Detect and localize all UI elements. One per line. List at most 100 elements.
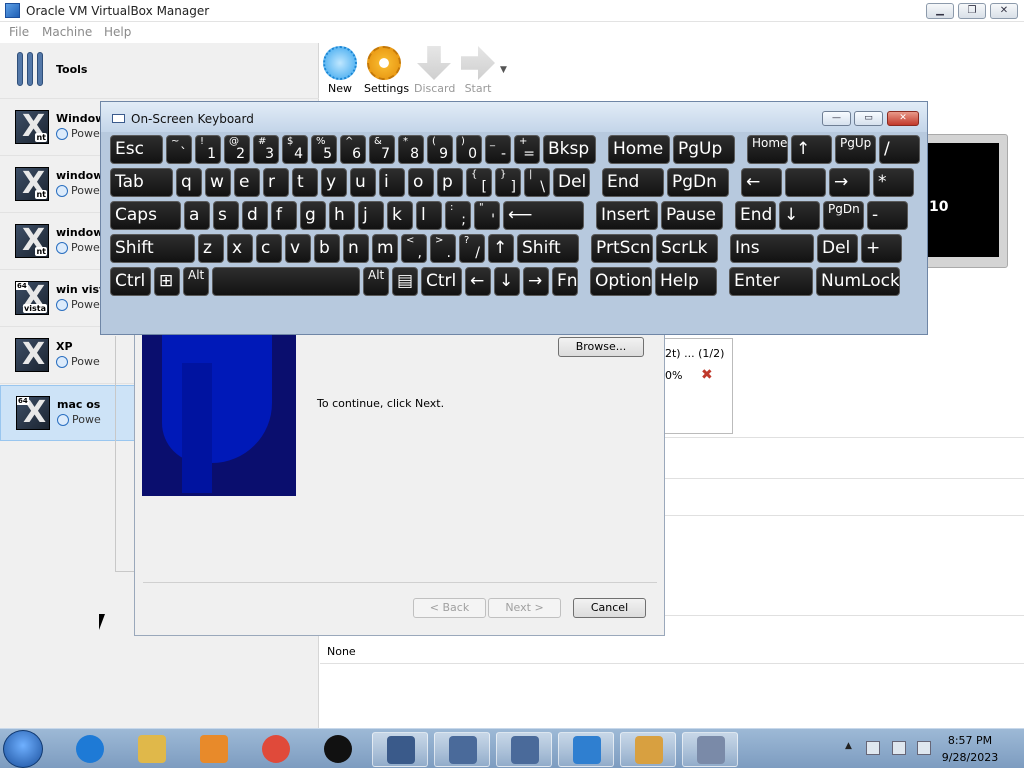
taskbar-app-screen-recorder[interactable] xyxy=(310,732,366,767)
osk-key[interactable]: ← xyxy=(465,267,491,296)
browse-button[interactable]: Browse... xyxy=(558,337,644,357)
osk-key[interactable]: r xyxy=(263,168,289,197)
taskbar-app-virtualbox[interactable] xyxy=(496,732,552,767)
osk-key[interactable]: Bksp xyxy=(543,135,596,164)
osk-key[interactable]: Ins xyxy=(730,234,814,263)
osk-key[interactable] xyxy=(212,267,360,296)
osk-key[interactable]: Tab xyxy=(110,168,173,197)
osk-key[interactable]: ScrLk xyxy=(656,234,718,263)
osk-key[interactable]: ⟵ xyxy=(503,201,584,230)
osk-key[interactable]: + xyxy=(861,234,902,263)
osk-key[interactable]: z xyxy=(198,234,224,263)
cancel-download-icon[interactable]: ✖ xyxy=(701,367,713,383)
osk-key[interactable]: Caps xyxy=(110,201,181,230)
osk-key[interactable]: End xyxy=(735,201,776,230)
close-button[interactable]: ✕ xyxy=(990,3,1018,19)
osk-key[interactable]: t xyxy=(292,168,318,197)
osk-key[interactable]: " ' xyxy=(474,201,500,230)
osk-key[interactable]: ) 0 xyxy=(456,135,482,164)
osk-key[interactable]: ^ 6 xyxy=(340,135,366,164)
osk-key[interactable]: $4 xyxy=(282,135,308,164)
sidebar-item-tools[interactable]: Tools xyxy=(0,43,319,99)
settings-button[interactable]: Settings xyxy=(364,46,409,95)
osk-key[interactable]: {[ xyxy=(466,168,492,197)
network-icon[interactable] xyxy=(892,741,906,755)
taskbar-app-users[interactable] xyxy=(620,732,676,767)
osk-key[interactable]: :; xyxy=(445,201,471,230)
osk-key[interactable]: ↑ xyxy=(488,234,514,263)
osk-key[interactable]: Alt xyxy=(183,267,209,296)
osk-key[interactable]: ↓ xyxy=(494,267,520,296)
osk-key[interactable]: ↑ xyxy=(791,135,832,164)
osk-key[interactable]: ↓ xyxy=(779,201,820,230)
osk-key[interactable]: a xyxy=(184,201,210,230)
osk-key[interactable]: >. xyxy=(430,234,456,263)
volume-icon[interactable] xyxy=(917,741,931,755)
osk-key[interactable]: Shift xyxy=(517,234,579,263)
osk-key[interactable]: x xyxy=(227,234,253,263)
osk-key[interactable]: PgDn xyxy=(667,168,729,197)
taskbar-app-file-explorer[interactable] xyxy=(124,732,180,767)
discard-button[interactable]: Discard xyxy=(414,46,455,95)
back-button[interactable]: < Back xyxy=(413,598,486,618)
taskbar-app-remote-desktop[interactable] xyxy=(558,732,614,767)
osk-key[interactable]: Home xyxy=(747,135,788,164)
osk-key[interactable]: Del xyxy=(817,234,858,263)
osk-key[interactable]: Pause xyxy=(661,201,723,230)
osk-key[interactable]: ? / xyxy=(459,234,485,263)
osk-key[interactable]: Alt xyxy=(363,267,389,296)
osk-key[interactable]: o xyxy=(408,168,434,197)
osk-key[interactable]: }] xyxy=(495,168,521,197)
taskbar-app-internet-explorer[interactable] xyxy=(62,732,118,767)
osk-key[interactable]: _ - xyxy=(485,135,511,164)
osk-key[interactable]: → xyxy=(829,168,870,197)
osk-key[interactable]: + = xyxy=(514,135,540,164)
osk-key[interactable]: #3 xyxy=(253,135,279,164)
start-button[interactable]: Start xyxy=(458,46,498,95)
osk-key[interactable]: ← xyxy=(741,168,782,197)
osk-key[interactable]: d xyxy=(242,201,268,230)
osk-key[interactable]: l xyxy=(416,201,442,230)
osk-key[interactable]: / xyxy=(879,135,920,164)
osk-close-button[interactable]: ✕ xyxy=(887,111,919,126)
osk-key[interactable]: Options xyxy=(590,267,652,296)
osk-key[interactable]: c xyxy=(256,234,282,263)
taskbar-app-chrome[interactable] xyxy=(248,732,304,767)
osk-key[interactable]: & 7 xyxy=(369,135,395,164)
osk-key[interactable]: j xyxy=(358,201,384,230)
osk-key[interactable]: <, xyxy=(401,234,427,263)
show-hidden-icons-icon[interactable]: ▲ xyxy=(845,741,852,751)
osk-key[interactable]: - xyxy=(867,201,908,230)
osk-key[interactable]: Ctrl xyxy=(421,267,462,296)
clock-date[interactable]: 9/28/2023 xyxy=(940,751,1000,764)
osk-key[interactable]: PgUp xyxy=(835,135,876,164)
osk-key[interactable]: % 5 xyxy=(311,135,337,164)
osk-key[interactable]: h xyxy=(329,201,355,230)
maximize-button[interactable]: ❐ xyxy=(958,3,986,19)
osk-key[interactable]: ▤ xyxy=(392,267,418,296)
osk-key[interactable]: @2 xyxy=(224,135,250,164)
osk-key[interactable] xyxy=(785,168,826,197)
osk-key[interactable]: | \ xyxy=(524,168,550,197)
osk-key[interactable]: i xyxy=(379,168,405,197)
minimize-button[interactable]: ▁ xyxy=(926,3,954,19)
start-dropdown-icon[interactable]: ▼ xyxy=(500,65,507,75)
osk-maximize-button[interactable]: ▭ xyxy=(854,111,883,126)
osk-key[interactable]: PgDn xyxy=(823,201,864,230)
osk-key[interactable]: g xyxy=(300,201,326,230)
osk-key[interactable]: Enter xyxy=(729,267,813,296)
osk-key[interactable]: k xyxy=(387,201,413,230)
osk-key[interactable]: Esc xyxy=(110,135,163,164)
osk-key[interactable]: * 8 xyxy=(398,135,424,164)
osk-key[interactable]: ⊞ xyxy=(154,267,180,296)
clock-time[interactable]: 8:57 PM xyxy=(940,734,1000,747)
osk-key[interactable]: Ctrl xyxy=(110,267,151,296)
new-button[interactable]: New xyxy=(322,46,358,95)
osk-key[interactable]: Shift xyxy=(110,234,195,263)
osk-key[interactable]: y xyxy=(321,168,347,197)
osk-key[interactable]: Help xyxy=(655,267,717,296)
osk-key[interactable]: m xyxy=(372,234,398,263)
osk-key[interactable]: w xyxy=(205,168,231,197)
osk-key[interactable]: b xyxy=(314,234,340,263)
osk-key[interactable]: Insert xyxy=(596,201,658,230)
